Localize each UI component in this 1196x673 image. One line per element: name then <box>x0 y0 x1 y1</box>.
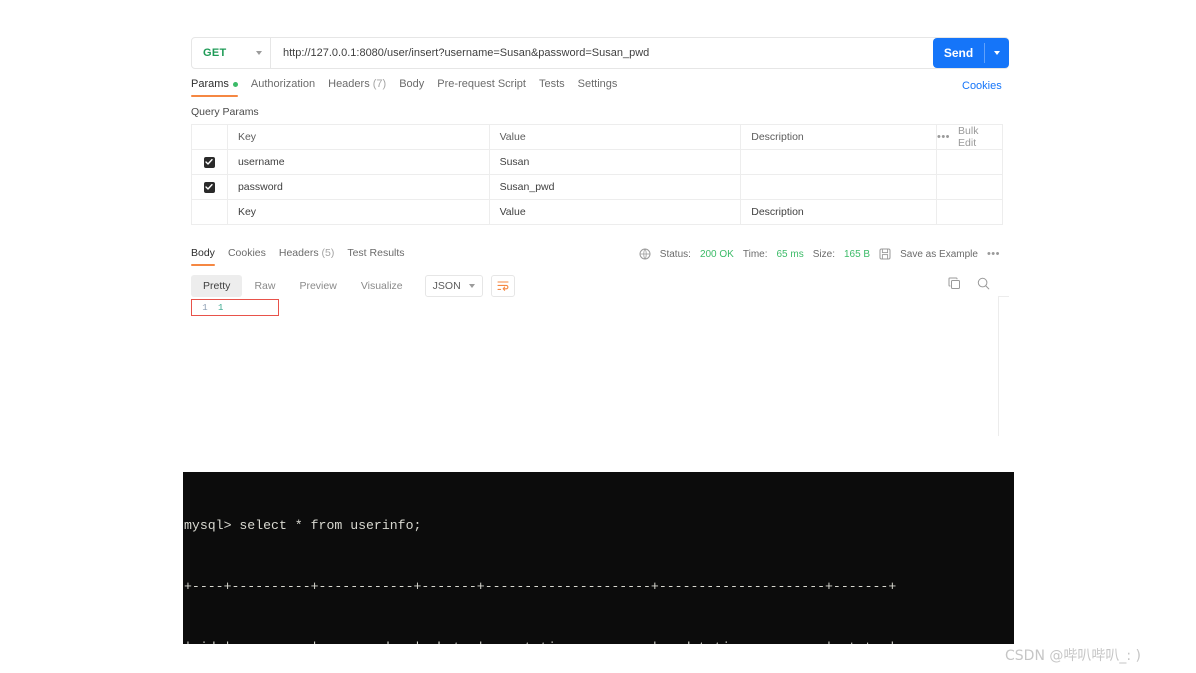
params-modified-dot-icon <box>232 81 238 87</box>
response-tabs: Body Cookies Headers (5) Test Results <box>191 247 418 266</box>
header-cell-actions: ••• Bulk Edit <box>935 124 1004 150</box>
row-key[interactable]: username <box>226 149 490 175</box>
tab-body[interactable]: Body <box>399 78 437 97</box>
chevron-down-icon <box>468 284 475 288</box>
terminal-line: mysql> select * from userinfo; <box>184 517 422 533</box>
send-options-button[interactable] <box>985 38 1009 68</box>
tab-params-label: Params <box>191 78 229 90</box>
response-tab-cookies[interactable]: Cookies <box>228 247 279 266</box>
status-value: 200 OK <box>699 248 734 260</box>
mysql-terminal: mysql> select * from userinfo; +----+---… <box>183 472 1014 644</box>
row-checkbox-cell[interactable] <box>191 149 228 175</box>
row-checkbox-cell[interactable] <box>191 199 228 225</box>
response-body-content[interactable]: 1 1 <box>191 299 279 316</box>
row-description[interactable] <box>740 174 937 200</box>
view-mode-raw[interactable]: Raw <box>242 275 287 297</box>
response-body-tools <box>948 277 990 290</box>
view-mode-preview[interactable]: Preview <box>287 275 348 297</box>
http-method-selector[interactable]: GET <box>191 37 271 69</box>
header-cell-checkbox <box>191 124 228 150</box>
size-label: Size: <box>812 248 835 260</box>
row-actions <box>935 149 1004 175</box>
response-panel-divider <box>998 296 999 436</box>
response-status-bar: Status: 200 OK Time: 65 ms Size: 165 B Save… <box>639 248 1000 260</box>
response-tab-body[interactable]: Body <box>191 247 228 266</box>
new-row-value-input[interactable]: Value <box>488 199 742 225</box>
response-format-label: JSON <box>432 280 461 292</box>
copy-icon[interactable] <box>948 277 961 290</box>
send-button-group[interactable]: Send <box>933 38 1009 68</box>
more-options-icon[interactable]: ••• <box>937 131 950 143</box>
tab-settings[interactable]: Settings <box>578 78 631 97</box>
time-label: Time: <box>742 248 768 260</box>
row-key[interactable]: password <box>226 174 490 200</box>
send-button[interactable]: Send <box>933 38 984 68</box>
view-mode-pretty[interactable]: Pretty <box>191 275 243 297</box>
header-cell-key: Key <box>226 124 490 150</box>
terminal-line: +----+----------+------------+-------+--… <box>184 579 897 595</box>
csdn-watermark: CSDN @哔叭哔叭_: ) <box>1005 648 1141 664</box>
tab-headers-count: (7) <box>372 78 387 90</box>
row-value[interactable]: Susan <box>488 149 742 175</box>
response-panel-divider-top <box>998 296 1009 297</box>
size-value: 165 B <box>843 248 871 260</box>
tab-headers[interactable]: Headers (7) <box>328 78 399 97</box>
response-tab-headers-count: (5) <box>321 247 335 259</box>
header-cell-description: Description <box>740 124 937 150</box>
response-tab-headers[interactable]: Headers (5) <box>279 247 347 266</box>
status-label: Status: <box>659 248 691 260</box>
response-body-toolbar: Pretty Raw Preview Visualize JSON <box>191 275 515 297</box>
row-checkbox-cell[interactable] <box>191 174 228 200</box>
tab-authorization[interactable]: Authorization <box>251 78 328 97</box>
query-params-table: Key Value Description ••• Bulk Edit user… <box>191 124 1004 225</box>
response-more-options-icon[interactable]: ••• <box>987 248 1000 260</box>
checkbox-checked-icon[interactable] <box>203 156 215 168</box>
table-row-empty: Key Value Description <box>191 199 1004 225</box>
url-input[interactable]: http://127.0.0.1:8080/user/insert?userna… <box>271 37 1009 69</box>
response-body-value: 1 <box>218 302 224 313</box>
chevron-down-icon <box>256 51 262 55</box>
cookies-link[interactable]: Cookies <box>962 80 1002 92</box>
tab-headers-label: Headers <box>328 78 370 90</box>
row-description[interactable] <box>740 149 937 175</box>
new-row-description-input[interactable]: Description <box>740 199 937 225</box>
line-number: 1 <box>202 302 208 313</box>
request-bar: GET http://127.0.0.1:8080/user/insert?us… <box>191 37 1009 69</box>
tab-tests[interactable]: Tests <box>539 78 578 97</box>
bulk-edit-button[interactable]: Bulk Edit <box>958 125 992 149</box>
table-row: password Susan_pwd <box>191 174 1004 200</box>
table-header-row: Key Value Description ••• Bulk Edit <box>191 124 1004 150</box>
http-method-label: GET <box>203 47 227 59</box>
terminal-line: | id | username | password | photo | cre… <box>183 638 1014 644</box>
row-actions <box>935 174 1004 200</box>
globe-icon <box>639 248 651 260</box>
chevron-down-icon <box>994 51 1000 55</box>
query-params-title: Query Params <box>191 106 259 118</box>
header-cell-value: Value <box>488 124 742 150</box>
tab-pre-request-script[interactable]: Pre-request Script <box>437 78 539 97</box>
save-as-example-button[interactable]: Save as Example <box>900 249 978 260</box>
response-tab-test-results[interactable]: Test Results <box>347 247 417 266</box>
time-value: 65 ms <box>776 248 804 260</box>
table-row: username Susan <box>191 149 1004 175</box>
response-format-selector[interactable]: JSON <box>424 275 483 297</box>
request-tabs: Params Authorization Headers (7) Body Pr… <box>191 78 630 97</box>
url-text: http://127.0.0.1:8080/user/insert?userna… <box>283 47 650 59</box>
app-root: GET http://127.0.0.1:8080/user/insert?us… <box>0 0 1196 673</box>
save-icon[interactable] <box>879 248 891 260</box>
new-row-key-input[interactable]: Key <box>226 199 490 225</box>
response-tab-headers-label: Headers <box>278 247 319 259</box>
view-mode-visualize[interactable]: Visualize <box>349 275 415 297</box>
search-icon[interactable] <box>977 277 990 290</box>
wrap-lines-button[interactable] <box>490 275 515 297</box>
row-value[interactable]: Susan_pwd <box>488 174 742 200</box>
checkbox-checked-icon[interactable] <box>203 181 215 193</box>
tab-params[interactable]: Params <box>191 78 251 97</box>
row-actions <box>935 199 1004 225</box>
